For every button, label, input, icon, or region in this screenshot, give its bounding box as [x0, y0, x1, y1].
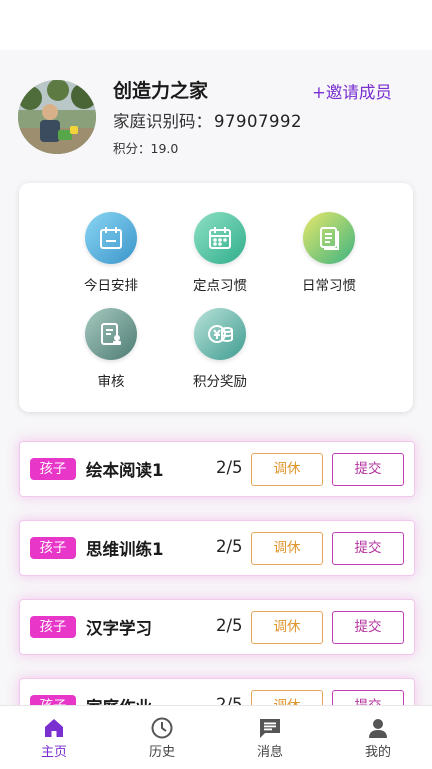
family-id-label: 家庭识别码：	[113, 112, 212, 131]
calendar-grid-icon	[194, 212, 246, 264]
menu-item-review[interactable]: 审核	[61, 308, 161, 398]
submit-button[interactable]: 提交	[332, 453, 404, 486]
points-row: 积分：19.0	[113, 138, 178, 157]
rest-button[interactable]: 调休	[251, 611, 323, 644]
feature-menu-card: 今日安排 定点习惯 日常习惯 审核 积分奖励	[19, 183, 413, 412]
menu-item-label: 日常习惯	[302, 278, 356, 294]
menu-item-label: 今日安排	[84, 278, 138, 294]
family-name: 创造力之家	[113, 80, 209, 102]
rest-button[interactable]: 调休	[251, 453, 323, 486]
status-bar	[0, 0, 432, 50]
tab-messages[interactable]: 消息	[216, 706, 324, 769]
task-progress: 2/5	[216, 537, 243, 556]
child-badge: 孩子	[30, 458, 76, 480]
calendar-icon	[85, 212, 137, 264]
review-icon	[85, 308, 137, 360]
tab-label: 消息	[256, 745, 283, 760]
tab-label: 主页	[40, 745, 67, 760]
task-row: 孩子 思维训练1 2/5 调休 提交	[19, 520, 415, 576]
profile-header: 创造力之家 家庭识别码： 97907992 积分：19.0 +邀请成员	[0, 50, 432, 170]
tab-home[interactable]: 主页	[0, 706, 108, 769]
menu-item-points-reward[interactable]: 积分奖励	[170, 308, 270, 398]
task-title: 思维训练1	[86, 540, 164, 559]
menu-item-label: 定点习惯	[193, 278, 247, 294]
coins-icon	[194, 308, 246, 360]
tab-label: 我的	[364, 745, 391, 760]
document-list-icon	[303, 212, 355, 264]
task-progress: 2/5	[216, 616, 243, 635]
menu-item-label: 审核	[97, 374, 125, 390]
message-icon	[260, 719, 280, 738]
family-id-row: 家庭识别码： 97907992	[113, 108, 302, 132]
menu-item-label: 积分奖励	[193, 374, 247, 390]
rest-button[interactable]: 调休	[251, 532, 323, 565]
menu-item-today-schedule[interactable]: 今日安排	[61, 212, 161, 302]
points-label: 积分：	[113, 141, 151, 156]
tab-label: 历史	[148, 745, 175, 760]
child-badge: 孩子	[30, 537, 76, 559]
task-progress: 2/5	[216, 458, 243, 477]
clock-icon	[151, 717, 173, 739]
task-row: 孩子 汉字学习 2/5 调休 提交	[19, 599, 415, 655]
bottom-tab-bar: 主页 历史 消息 我的	[0, 705, 432, 769]
home-icon	[45, 719, 63, 737]
family-id-value: 97907992	[214, 112, 302, 131]
tab-mine[interactable]: 我的	[324, 706, 432, 769]
points-value: 19.0	[150, 141, 179, 156]
child-badge: 孩子	[30, 616, 76, 638]
submit-button[interactable]: 提交	[332, 611, 404, 644]
invite-member-button[interactable]: +邀请成员	[312, 79, 392, 103]
tab-history[interactable]: 历史	[108, 706, 216, 769]
menu-item-daily-habits[interactable]: 日常习惯	[279, 212, 379, 302]
submit-button[interactable]: 提交	[332, 532, 404, 565]
task-row: 孩子 绘本阅读1 2/5 调休 提交	[19, 441, 415, 497]
task-title: 汉字学习	[86, 619, 152, 638]
person-icon	[369, 719, 387, 738]
menu-item-fixed-habits[interactable]: 定点习惯	[170, 212, 270, 302]
task-title: 绘本阅读1	[86, 461, 164, 480]
avatar[interactable]	[18, 80, 96, 154]
